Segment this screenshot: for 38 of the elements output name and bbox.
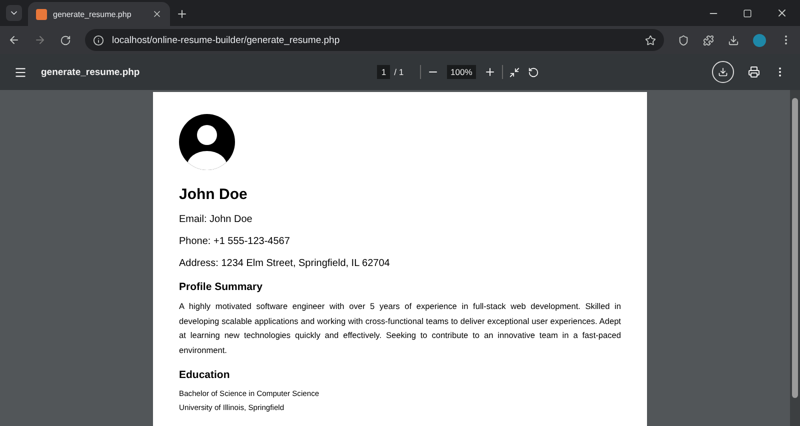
- favicon-icon: [36, 8, 47, 20]
- print-icon[interactable]: [748, 66, 760, 78]
- shield-icon[interactable]: [678, 34, 689, 46]
- star-icon[interactable]: [645, 34, 656, 46]
- puzzle-icon[interactable]: [703, 34, 714, 46]
- browser-tab[interactable]: generate_resume.php: [28, 2, 170, 26]
- page-number-field[interactable]: 1: [377, 65, 390, 79]
- reload-icon[interactable]: [60, 34, 71, 46]
- fit-page-icon[interactable]: [509, 66, 520, 78]
- close-icon[interactable]: [776, 7, 788, 19]
- download-button[interactable]: [712, 61, 734, 83]
- download-icon[interactable]: [728, 34, 739, 46]
- contact-line: Phone: +1 555-123-4567: [179, 236, 291, 247]
- address-bar[interactable]: localhost/online-resume-builder/generate_resume.php: [85, 29, 664, 51]
- zoom-field[interactable]: 100%: [446, 65, 476, 79]
- tab-list-button[interactable]: [6, 5, 22, 21]
- info-icon: [93, 34, 104, 46]
- scrollbar[interactable]: [790, 90, 800, 426]
- menu-icon[interactable]: [14, 66, 27, 78]
- summary-paragraph: A highly motivated software engineer with over 5 years of experience in full-stack web development. Skilled in developing scalable applications and working with cross-functional teams to deliver exceptional user experiences. Adept at learning new technologies quickly and effectively. Seeking to contribute to an innovative team in a fast-paced environment.: [179, 300, 621, 356]
- page-total: / 1: [394, 67, 404, 77]
- section-heading: Education: [179, 369, 231, 381]
- section-heading: Profile Summary: [179, 281, 264, 293]
- back-icon[interactable]: [8, 34, 20, 46]
- restore-icon[interactable]: [743, 7, 752, 19]
- tab-title: generate_resume.php: [53, 10, 132, 18]
- document-title: generate_resume.php: [41, 66, 141, 78]
- zoom-in-icon[interactable]: [484, 66, 496, 78]
- resume-name: John Doe: [179, 186, 248, 203]
- download-icon: [718, 67, 728, 77]
- url-text: localhost/online-resume-builder/generate_resume.php: [112, 34, 341, 46]
- rotate-icon[interactable]: [528, 66, 540, 78]
- close-icon[interactable]: [152, 9, 162, 19]
- contact-line: Address: 1234 Elm Street, Springfield, IL 62704: [179, 258, 391, 269]
- new-tab-icon[interactable]: [176, 8, 188, 20]
- profile-avatar[interactable]: [753, 34, 766, 46]
- contact-line: Email: John Doe: [179, 214, 254, 225]
- forward-icon[interactable]: [34, 34, 46, 46]
